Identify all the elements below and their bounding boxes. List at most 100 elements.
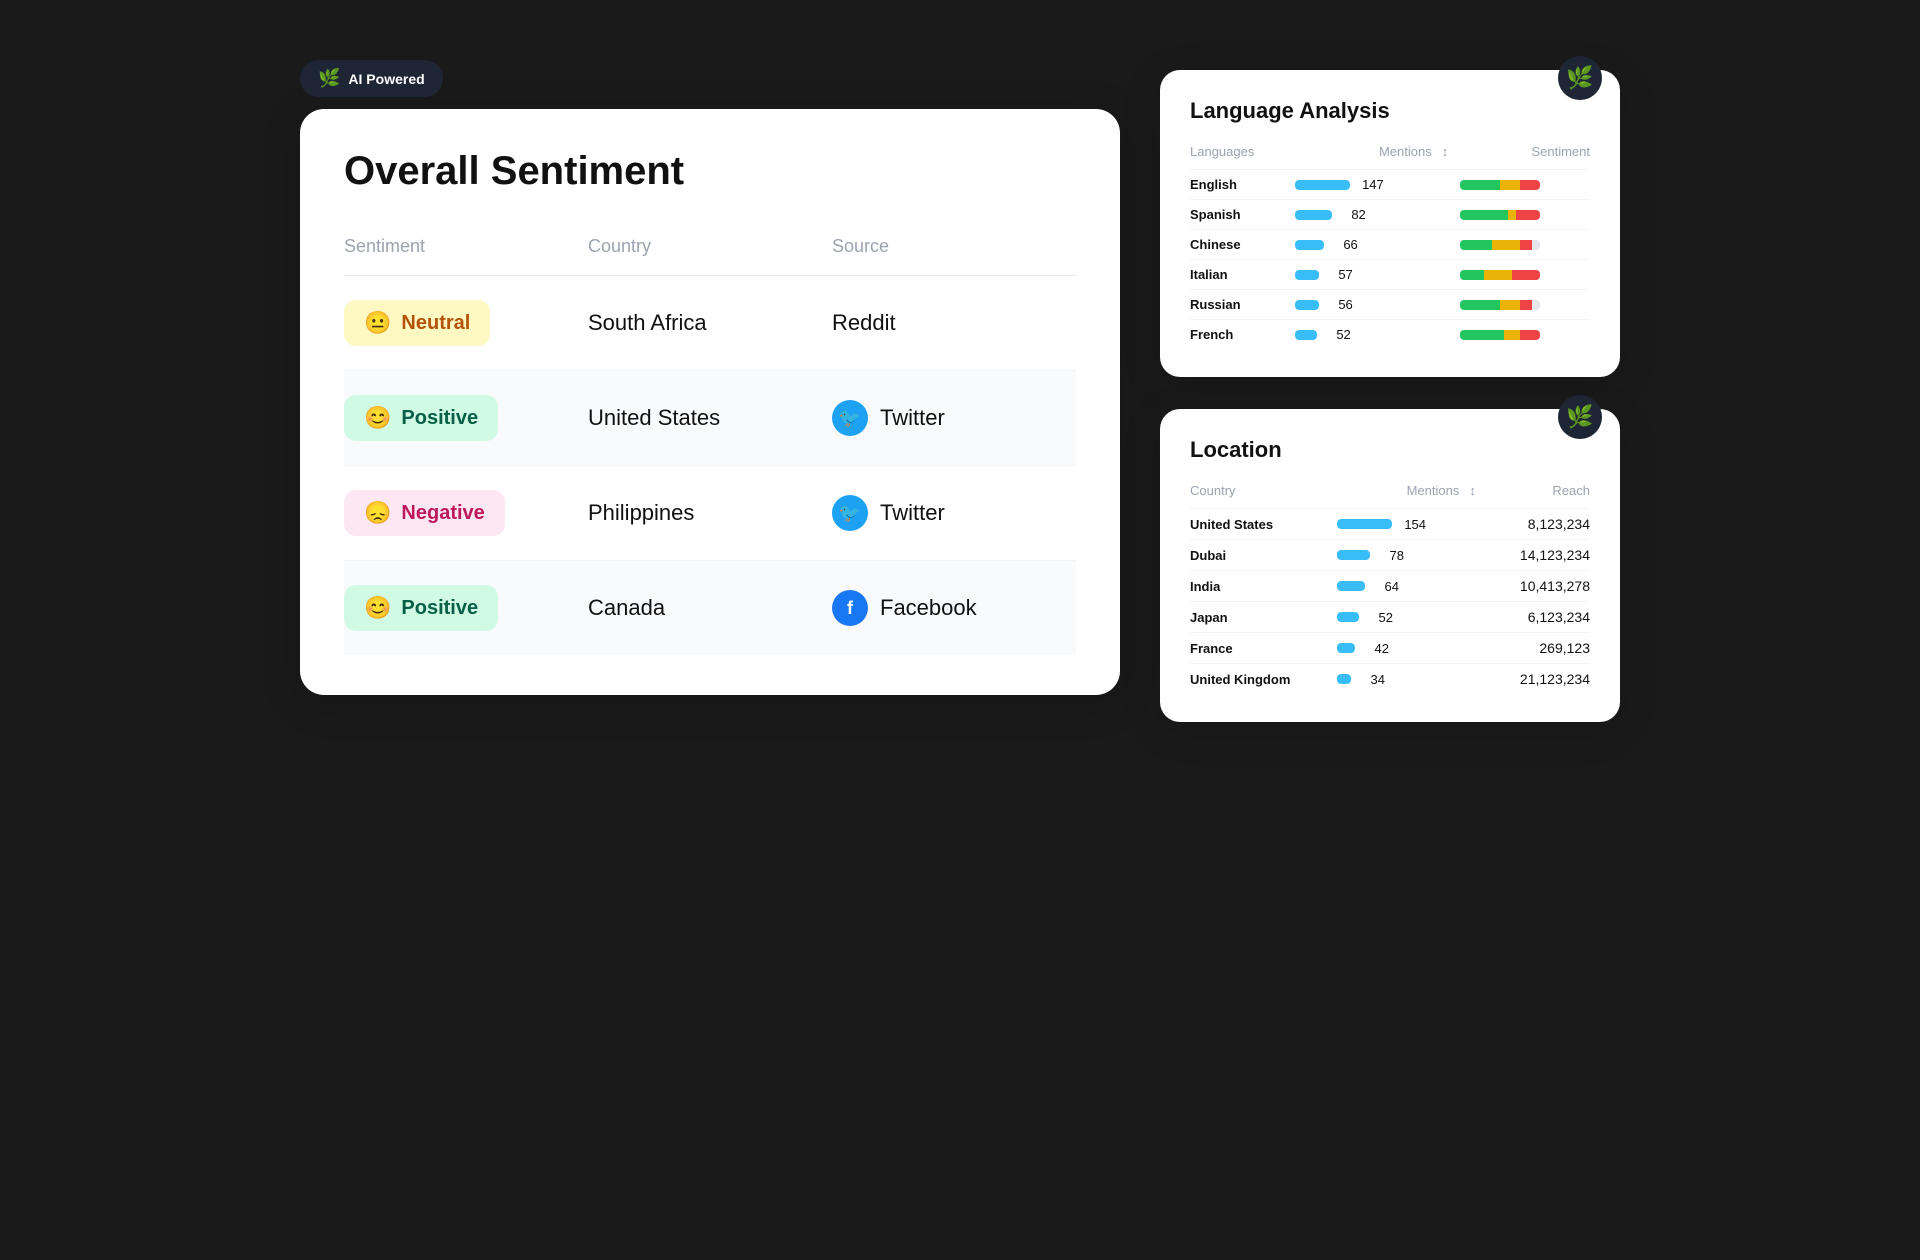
sentiment-emoji: 😐 [364, 310, 391, 336]
table-row: 😊 Positive United States 🐦 Twitter [344, 371, 1076, 466]
list-item: Dubai 78 14,123,234 [1190, 540, 1590, 571]
sentiment-label: Positive [401, 597, 478, 620]
sentiment-bar [1460, 210, 1540, 220]
source-label: Facebook [880, 595, 977, 621]
sentiment-card: Overall Sentiment Sentiment Country Sour… [300, 109, 1120, 695]
card-leaf-icon: 🌿 [1558, 56, 1602, 100]
reach-value: 8,123,234 [1487, 509, 1590, 540]
loc-col-reach: Reach [1487, 483, 1590, 509]
lang-name: Chinese [1190, 230, 1295, 260]
sentiment-bar [1460, 270, 1540, 280]
mentions-count: 82 [1338, 207, 1366, 222]
sentiment-badge: 😐 Neutral [344, 300, 490, 346]
page-title: Overall Sentiment [344, 149, 1076, 194]
loc-country-name: Dubai [1190, 540, 1337, 571]
lang-name: English [1190, 170, 1295, 200]
reach-value: 21,123,234 [1487, 664, 1590, 695]
twitter-icon: 🐦 [832, 400, 868, 436]
lang-name: Italian [1190, 260, 1295, 290]
country-cell: South Africa [588, 310, 832, 336]
reach-value: 14,123,234 [1487, 540, 1590, 571]
table-row: 😊 Positive Canada f Facebook [344, 561, 1076, 655]
country-cell: Philippines [588, 500, 832, 526]
list-item: France 42 269,123 [1190, 633, 1590, 664]
loc-country-name: United States [1190, 509, 1337, 540]
reach-value: 10,413,278 [1487, 571, 1590, 602]
ai-badge-label: AI Powered [348, 71, 424, 87]
source-cell: Reddit [832, 310, 1076, 336]
reach-value: 6,123,234 [1487, 602, 1590, 633]
language-analysis-title: Language Analysis [1190, 98, 1590, 124]
ai-badge: 🌿 AI Powered [300, 60, 443, 97]
location-title: Location [1190, 437, 1590, 463]
lang-name: Spanish [1190, 200, 1295, 230]
loc-country-name: France [1190, 633, 1337, 664]
loc-col-sort[interactable]: ↕ [1467, 483, 1487, 509]
list-item: United States 154 8,123,234 [1190, 509, 1590, 540]
loc-country-name: India [1190, 571, 1337, 602]
sentiment-table-body: 😐 Neutral South Africa Reddit 😊 Positive… [344, 276, 1076, 655]
mentions-count: 147 [1356, 177, 1384, 192]
location-card-leaf-icon: 🌿 [1558, 395, 1602, 439]
leaf-icon: 🌿 [318, 68, 340, 89]
list-item: French 52 [1190, 320, 1590, 350]
twitter-icon: 🐦 [832, 495, 868, 531]
sentiment-emoji: 😞 [364, 500, 391, 526]
source-label: Twitter [880, 405, 945, 431]
reach-value: 269,123 [1487, 633, 1590, 664]
language-table: Languages Mentions ↕ Sentiment English 1… [1190, 144, 1590, 349]
sentiment-bar [1460, 330, 1540, 340]
list-item: Chinese 66 [1190, 230, 1590, 260]
sentiment-bar [1460, 240, 1540, 250]
list-item: English 147 [1190, 170, 1590, 200]
mentions-count: 57 [1325, 267, 1353, 282]
mentions-count: 52 [1323, 327, 1351, 342]
sentiment-emoji: 😊 [364, 595, 391, 621]
source-cell: f Facebook [832, 590, 1076, 626]
mentions-count: 56 [1325, 297, 1353, 312]
sentiment-badge: 😊 Positive [344, 585, 498, 631]
list-item: Italian 57 [1190, 260, 1590, 290]
col-source: Source [832, 236, 1076, 257]
list-item: United Kingdom 34 21,123,234 [1190, 664, 1590, 695]
table-header: Sentiment Country Source [344, 226, 1076, 276]
list-item: India 64 10,413,278 [1190, 571, 1590, 602]
sentiment-bar [1460, 180, 1540, 190]
lang-col-languages: Languages [1190, 144, 1295, 170]
language-analysis-card: 🌿 Language Analysis Languages Mentions ↕… [1160, 70, 1620, 377]
mentions-count: 66 [1330, 237, 1358, 252]
sentiment-label: Negative [401, 502, 484, 525]
loc-mentions-count: 52 [1365, 610, 1393, 625]
list-item: Russian 56 [1190, 290, 1590, 320]
source-label: Twitter [880, 500, 945, 526]
sentiment-label: Positive [401, 407, 478, 430]
lang-col-mentions: Mentions [1295, 144, 1440, 170]
col-sentiment: Sentiment [344, 236, 588, 257]
right-panels: 🌿 Language Analysis Languages Mentions ↕… [1160, 60, 1620, 722]
loc-mentions-count: 78 [1376, 548, 1404, 563]
left-panel: 🌿 AI Powered Overall Sentiment Sentiment… [300, 60, 1120, 695]
loc-country-name: Japan [1190, 602, 1337, 633]
sentiment-emoji: 😊 [364, 405, 391, 431]
loc-mentions-count: 34 [1357, 672, 1385, 687]
sentiment-bar [1460, 300, 1540, 310]
facebook-icon: f [832, 590, 868, 626]
loc-mentions-count: 64 [1371, 579, 1399, 594]
source-cell: 🐦 Twitter [832, 400, 1076, 436]
sentiment-badge: 😊 Positive [344, 395, 498, 441]
country-cell: Canada [588, 595, 832, 621]
location-card: 🌿 Location Country Mentions ↕ Reach Unit… [1160, 409, 1620, 722]
sentiment-badge: 😞 Negative [344, 490, 505, 536]
list-item: Spanish 82 [1190, 200, 1590, 230]
source-label: Reddit [832, 310, 896, 336]
country-cell: United States [588, 405, 832, 431]
sentiment-label: Neutral [401, 312, 470, 335]
loc-mentions-count: 154 [1398, 517, 1426, 532]
lang-col-sort[interactable]: ↕ [1440, 144, 1460, 170]
loc-col-country: Country [1190, 483, 1337, 509]
table-row: 😞 Negative Philippines 🐦 Twitter [344, 466, 1076, 561]
col-country: Country [588, 236, 832, 257]
location-table: Country Mentions ↕ Reach United States 1… [1190, 483, 1590, 694]
table-row: 😐 Neutral South Africa Reddit [344, 276, 1076, 371]
loc-mentions-count: 42 [1361, 641, 1389, 656]
